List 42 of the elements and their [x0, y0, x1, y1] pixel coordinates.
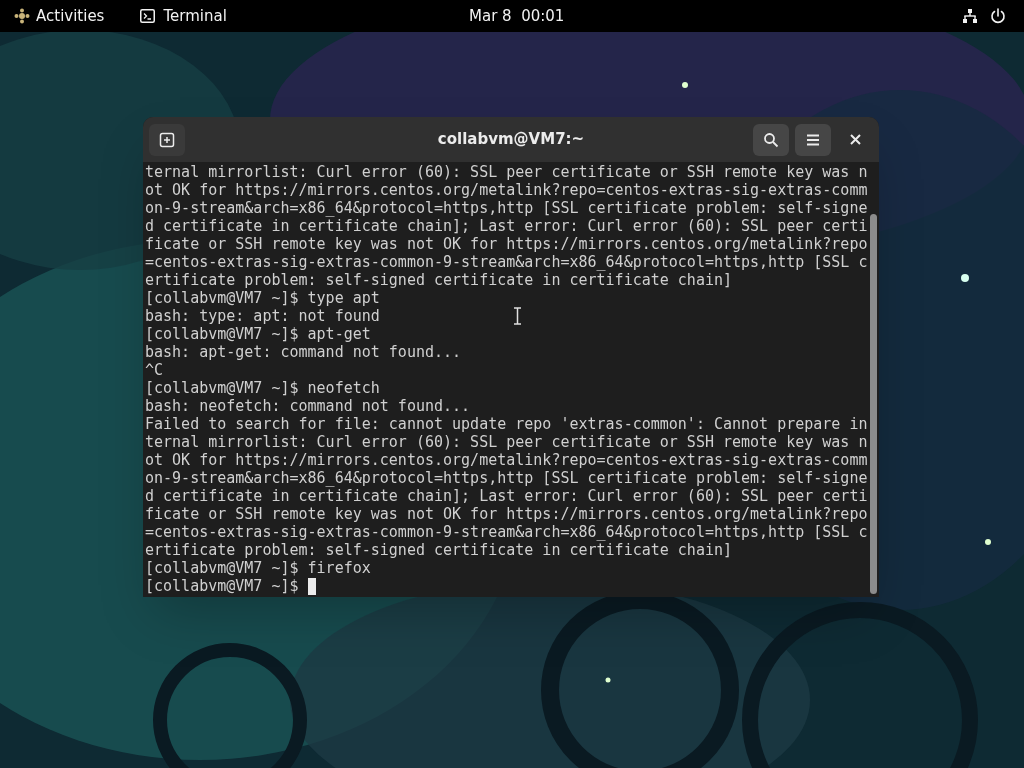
terminal-line: [collabvm@VM7 ~]$ — [145, 577, 299, 595]
terminal-line: [collabvm@VM7 ~]$ firefox — [145, 559, 371, 577]
network-icon[interactable] — [962, 8, 978, 24]
terminal-line: ertificate problem: self-signed certificate in certificate chain] — [145, 541, 732, 559]
app-menu-button[interactable]: Terminal — [140, 4, 227, 28]
terminal-line: [collabvm@VM7 ~]$ type apt — [145, 289, 380, 307]
terminal-line: d certificate in certificate chain]; Last error: Curl error (60): SSL peer certi — [145, 487, 868, 505]
terminal-line: ^C — [145, 361, 164, 379]
terminal-line: ternal mirrorlist: Curl error (60): SSL peer certificate or SSH remote key was n — [145, 163, 868, 181]
terminal-line: bash: neofetch: command not found... — [145, 397, 471, 415]
terminal-line: =centos-extras-sig-extras-common-9-stream&arch=x86_64&protocol=https,http [SSL c — [145, 253, 868, 271]
power-icon[interactable] — [990, 8, 1006, 24]
terminal-line: [collabvm@VM7 ~]$ neofetch — [145, 379, 380, 397]
activities-button[interactable]: Activities — [14, 4, 105, 28]
terminal-line: ertificate problem: self-signed certificate in certificate chain] — [145, 271, 732, 289]
new-tab-icon — [159, 131, 175, 148]
clock[interactable]: Mar 8 00:01 — [469, 4, 565, 28]
menu-button[interactable] — [795, 123, 831, 156]
window-title: collabvm@VM7:~ — [437, 129, 585, 151]
terminal-line: ficate or SSH remote key was not OK for https://mirrors.centos.org/metalink?repo — [145, 235, 868, 253]
terminal-line: bash: type: apt: not found — [145, 307, 380, 325]
new-tab-button[interactable] — [149, 123, 185, 156]
close-icon — [849, 134, 861, 145]
terminal-line: bash: apt-get: command not found... — [145, 343, 462, 361]
terminal-line: d certificate in certificate chain]; Last error: Curl error (60): SSL peer certi — [145, 217, 868, 235]
terminal-line: ficate or SSH remote key was not OK for https://mirrors.centos.org/metalink?repo — [145, 505, 868, 523]
terminal-line: [collabvm@VM7 ~]$ apt-get — [145, 325, 371, 343]
text-cursor — [307, 577, 316, 595]
terminal-line: on-9-stream&arch=x86_64&protocol=https,http [SSL certificate problem: self-signe — [145, 469, 868, 487]
scrollbar-thumb[interactable] — [869, 214, 877, 594]
mouse-cursor-icon — [513, 307, 522, 325]
terminal-line: ot OK for https://mirrors.centos.org/metalink?repo=centos-extras-sig-extras-comm — [145, 181, 868, 199]
menu-icon — [806, 133, 820, 146]
search-icon — [763, 131, 779, 148]
terminal-line: Failed to search for file: cannot update repo 'extras-common': Cannot prepare in — [145, 415, 868, 433]
terminal-line: on-9-stream&arch=x86_64&protocol=https,http [SSL certificate problem: self-signe — [145, 199, 868, 217]
terminal-line: =centos-extras-sig-extras-common-9-stream&arch=x86_64&protocol=https,http [SSL c — [145, 523, 868, 541]
terminal-line: ternal mirrorlist: Curl error (60): SSL peer certificate or SSH remote key was n — [145, 433, 868, 451]
terminal-icon — [140, 9, 156, 23]
search-button[interactable] — [753, 123, 789, 156]
logo-icon — [14, 8, 30, 24]
terminal-line: ot OK for https://mirrors.centos.org/metalink?repo=centos-extras-sig-extras-comm — [145, 451, 868, 469]
